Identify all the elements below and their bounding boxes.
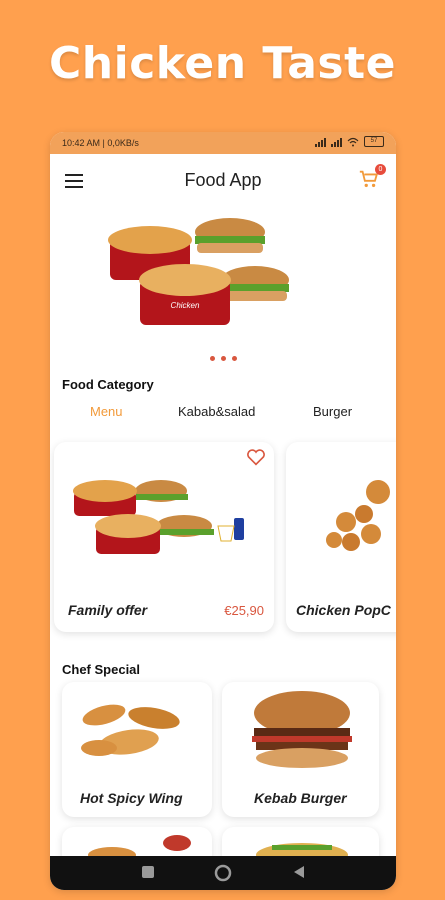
system-nav-bar	[50, 856, 396, 890]
triangle-back-icon	[294, 866, 304, 878]
circle-icon	[214, 864, 232, 882]
wifi-icon	[347, 137, 359, 146]
app-title: Food App	[184, 170, 262, 190]
battery-icon: 57	[364, 136, 384, 147]
category-tabs: Menu Kabab&salad Burger	[50, 404, 396, 424]
tab-burger[interactable]: Burger	[313, 404, 352, 419]
chef-special-name: Hot Spicy Wing	[80, 790, 183, 806]
featured-card-name: Family offer	[68, 602, 148, 618]
carousel-dots[interactable]	[50, 356, 396, 361]
tab-menu[interactable]: Menu	[90, 404, 123, 419]
chef-special-card[interactable]: Kebab Burger	[222, 682, 379, 817]
food-category-title: Food Category	[62, 377, 154, 392]
recent-apps-button[interactable]	[141, 865, 155, 884]
square-icon	[142, 866, 154, 878]
cart-badge: 0	[375, 164, 386, 175]
featured-card-price: €25,90	[224, 603, 264, 618]
chef-special-name: Kebab Burger	[254, 790, 347, 806]
kebab-burger-image	[252, 691, 352, 768]
banner-image: Chicken	[108, 218, 289, 325]
phone-screen: 10:42 AM | 0,0KB/s 57 Food App 0 Chicken…	[50, 132, 396, 890]
hot-spicy-wing-image	[81, 704, 180, 756]
chef-special-title: Chef Special	[62, 662, 141, 677]
home-button[interactable]	[214, 864, 232, 887]
back-button[interactable]	[292, 865, 306, 884]
featured-card-name: Chicken PopC	[296, 602, 391, 618]
status-bar: 10:42 AM | 0,0KB/s 57	[50, 132, 396, 154]
popcorn-chicken-image	[326, 480, 390, 551]
family-offer-image	[73, 480, 244, 554]
promo-title: Chicken Taste	[49, 38, 396, 89]
carousel-dot[interactable]	[231, 356, 237, 361]
carousel-dot[interactable]	[209, 356, 215, 361]
app-bar: Food App 0	[50, 154, 396, 206]
svg-text:Chicken: Chicken	[171, 301, 200, 310]
status-text: 10:42 AM | 0,0KB/s	[62, 138, 139, 148]
signal-icon	[315, 137, 326, 147]
heart-icon[interactable]	[246, 448, 266, 466]
featured-card[interactable]: Chicken PopC	[286, 442, 396, 632]
carousel-dot[interactable]	[220, 356, 226, 361]
cart-button[interactable]: 0	[358, 164, 386, 192]
featured-card[interactable]: Family offer €25,90	[54, 442, 274, 632]
signal-icon	[331, 137, 342, 147]
chef-special-card[interactable]: Hot Spicy Wing	[62, 682, 212, 817]
tab-kabab-salad[interactable]: Kabab&salad	[178, 404, 255, 419]
